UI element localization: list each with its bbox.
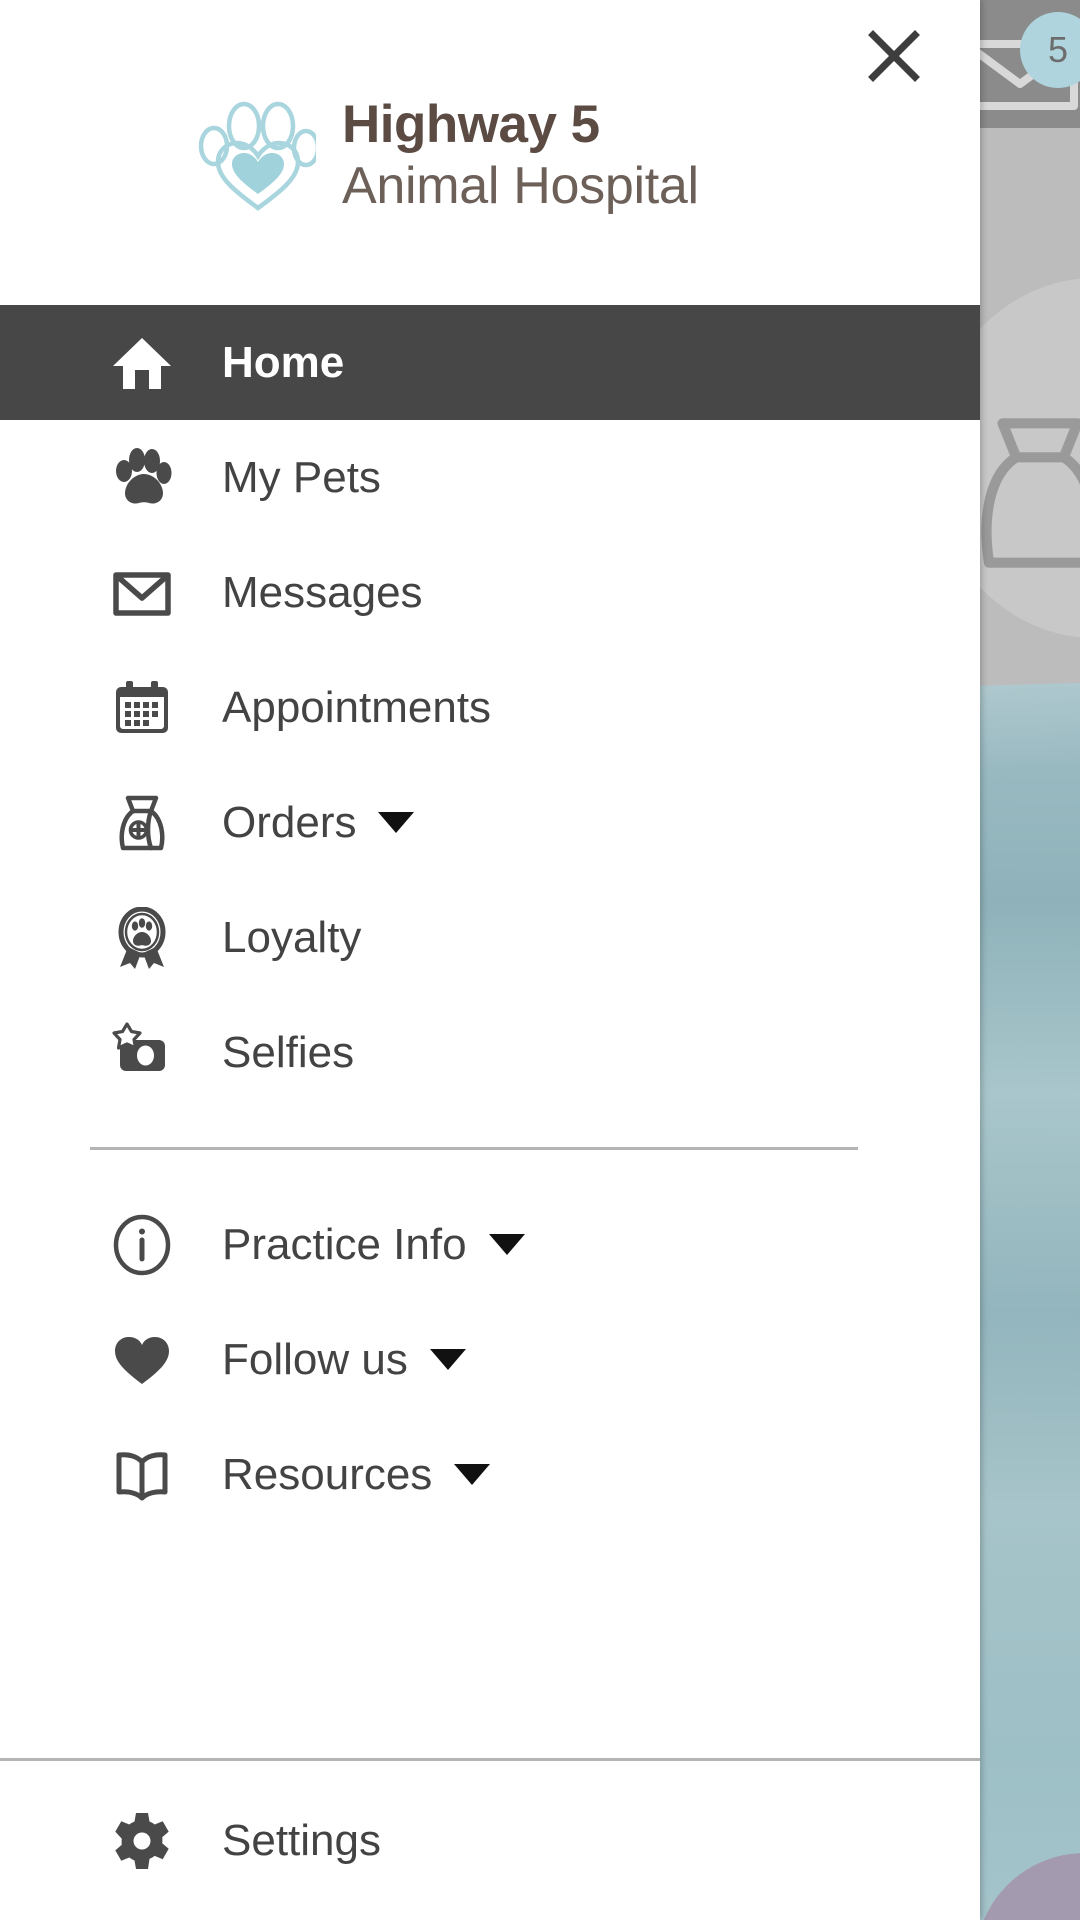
sidebar-item-follow-us[interactable]: Follow us [0,1302,980,1417]
sidebar-item-label: Selfies [222,1027,355,1077]
chevron-down-icon[interactable] [378,812,415,833]
drawer-header: Highway 5 Animal Hospital [0,0,980,305]
sidebar-item-orders[interactable]: Orders [0,765,980,880]
sidebar-item-label: Orders [222,797,357,847]
drawer-nav-footer: Settings [0,1758,980,1920]
sidebar-item-messages[interactable]: Messages [0,535,980,650]
gear-icon [94,1810,190,1872]
info-circle-icon [94,1214,190,1276]
camera-star-icon [94,1021,190,1084]
sidebar-item-label: Loyalty [222,912,362,962]
sidebar-item-my-pets[interactable]: My Pets [0,420,980,535]
heart-icon [94,1329,190,1391]
sidebar-item-home[interactable]: Home [0,305,980,420]
envelope-icon [94,562,190,624]
sidebar-item-label: My Pets [222,452,381,502]
sidebar-item-label: Messages [222,567,423,617]
sidebar-item-label: Follow us [222,1334,408,1384]
calendar-icon [94,677,190,739]
brand-text: Highway 5 Animal Hospital [342,98,699,212]
chevron-down-icon[interactable] [454,1464,491,1485]
sidebar-item-label: Settings [222,1815,381,1865]
brand-name-line1: Highway 5 [342,95,600,154]
sidebar-item-appointments[interactable]: Appointments [0,650,980,765]
sidebar-item-practice-info[interactable]: Practice Info [0,1187,980,1302]
navigation-drawer: Highway 5 Animal Hospital Home My Pets M… [0,0,980,1920]
paw-icon [94,447,190,509]
sidebar-item-loyalty[interactable]: Loyalty [0,880,980,995]
paw-heart-logo-icon [196,96,316,214]
sidebar-item-resources[interactable]: Resources [0,1417,980,1532]
unread-count-value: 5 [1047,29,1069,70]
close-icon [866,28,922,84]
chevron-down-icon[interactable] [429,1349,466,1370]
sidebar-item-label: Resources [222,1449,433,1499]
home-icon [94,332,190,394]
sidebar-item-label: Home [222,337,345,387]
brand-name-line2: Animal Hospital [342,157,699,215]
app-screen: 5 Highway 5 Animal Hospital Home My Pets… [0,0,1080,1920]
close-drawer-button[interactable] [846,8,942,104]
drawer-nav-main: Home My Pets Messages Appointments Order… [0,305,980,1758]
sidebar-item-label: Practice Info [222,1219,467,1269]
chevron-down-icon[interactable] [488,1234,525,1255]
brand-logo: Highway 5 Animal Hospital [196,96,699,214]
food-bag-icon [94,792,190,854]
sidebar-item-settings[interactable]: Settings [0,1783,980,1898]
sidebar-item-label: Appointments [222,682,492,732]
sidebar-item-selfies[interactable]: Selfies [0,995,980,1110]
book-icon [94,1444,190,1506]
nav-section-divider [90,1147,858,1150]
award-paw-icon [94,906,190,969]
